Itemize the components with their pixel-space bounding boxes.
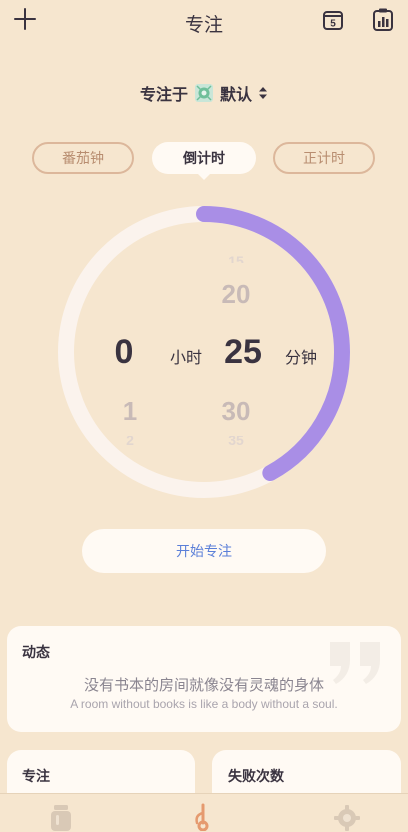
focus-target-name: 默认 (220, 87, 253, 104)
minute-wheel-ghost-bottom: 35 (228, 436, 244, 446)
hour-wheel-below[interactable]: 1 (112, 396, 148, 427)
calendar-day: 5 (330, 19, 336, 30)
tab-pomodoro[interactable]: 番茄钟 (32, 142, 134, 174)
focus-stats-label: 专注 (22, 768, 50, 784)
minutes-value[interactable]: 25 (214, 333, 272, 372)
start-focus-button[interactable]: 开始专注 (82, 529, 326, 573)
minute-wheel-below[interactable]: 30 (208, 396, 264, 427)
focus-target-icon (195, 84, 213, 102)
tab-pointer (196, 172, 212, 180)
clipboard-chart-icon[interactable] (372, 7, 394, 32)
minute-wheel-ghost-top: 15 (228, 254, 244, 263)
quote-chinese: 没有书本的房间就像没有灵魂的身体 (83, 677, 324, 694)
sort-arrows-icon (259, 87, 268, 99)
minute-wheel-above[interactable]: 20 (208, 279, 264, 310)
tab-countdown[interactable]: 倒计时 (152, 142, 256, 174)
hour-wheel-ghost-bottom: 2 (126, 436, 134, 446)
focus-prefix: 专注于 (139, 87, 188, 104)
tab-countup[interactable]: 正计时 (273, 142, 375, 174)
quote-english: A room without books is like a body with… (70, 697, 338, 711)
fail-count-label: 失败次数 (228, 768, 284, 784)
hours-value[interactable]: 0 (106, 333, 142, 372)
calendar-icon[interactable]: 5 (322, 9, 344, 31)
settings-gear-icon[interactable] (334, 803, 360, 831)
focus-nav-icon[interactable] (190, 803, 216, 831)
focus-target-selector[interactable]: 专注于 默认 (0, 80, 408, 106)
jar-icon[interactable] (48, 803, 74, 831)
page-title: 专注 (184, 15, 223, 36)
hours-unit: 小时 (170, 350, 203, 367)
minutes-unit: 分钟 (285, 350, 318, 367)
activity-title: 动态 (22, 644, 50, 660)
